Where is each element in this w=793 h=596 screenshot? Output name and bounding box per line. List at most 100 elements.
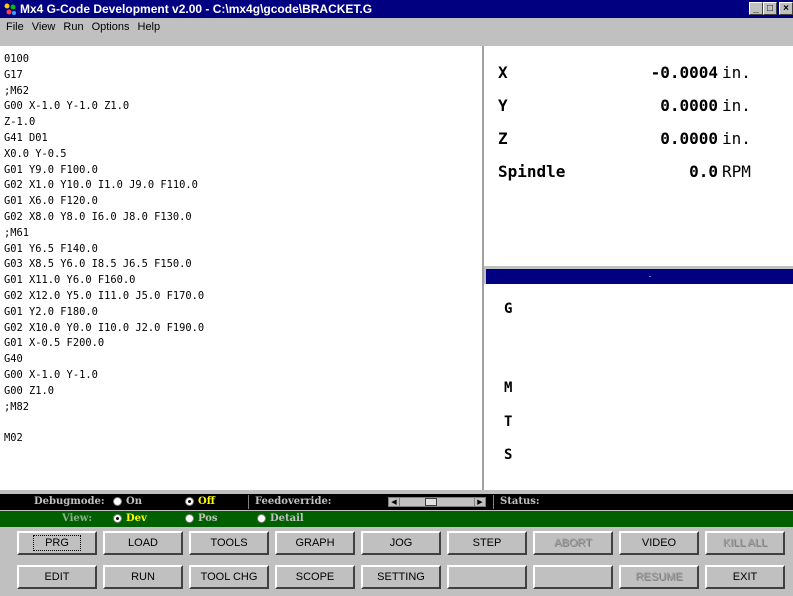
x-axis-value: -0.0004 (650, 63, 718, 82)
view-dev-radio[interactable] (113, 514, 122, 523)
blank-button-5[interactable] (447, 565, 527, 589)
menu-bar: File View Run Options Help (0, 18, 793, 37)
modal-m-label: M (504, 380, 513, 396)
view-label: View: (62, 513, 93, 524)
view-mode-bar: View: Dev Pos Detail (0, 511, 793, 527)
code-line: G01 X11.0 Y6.0 F160.0 (4, 274, 136, 287)
code-line: X0.0 Y-0.5 (4, 147, 67, 160)
blank-button-6[interactable] (533, 565, 613, 589)
run-button[interactable]: RUN (103, 565, 183, 589)
menu-help[interactable]: Help (134, 18, 165, 37)
debugmode-off-radio[interactable] (185, 497, 194, 506)
y-axis-label: Y (498, 96, 508, 115)
feedoverride-scrollbar[interactable]: ◀ ▶ (388, 497, 486, 507)
y-axis-value: 0.0000 (660, 96, 718, 115)
position-display: X -0.0004 in. Y 0.0000 in. Z 0.0000 in. … (484, 46, 793, 266)
button-label: JOG (389, 537, 413, 549)
spindle-label: Spindle (498, 162, 566, 181)
app-icon[interactable] (3, 2, 17, 16)
abort-button[interactable]: ABORT (533, 531, 613, 555)
code-line: G02 X12.0 Y5.0 I11.0 J5.0 F170.0 (4, 289, 205, 302)
z-axis-row: Z 0.0000 in. (484, 127, 793, 151)
close-icon[interactable]: × (779, 2, 793, 15)
button-label: RESUME (635, 571, 683, 583)
scroll-right-icon[interactable]: ▶ (474, 498, 485, 506)
debugmode-off-label[interactable]: Off (198, 494, 215, 510)
pane-divider[interactable] (486, 269, 793, 284)
title-bar[interactable]: Mx4 G-Code Development v2.00 - C:\mx4g\g… (0, 0, 793, 18)
code-line: G00 X-1.0 Y-1.0 (4, 368, 98, 381)
load-button[interactable]: LOAD (103, 531, 183, 555)
jog-button[interactable]: JOG (361, 531, 441, 555)
view-detail-label[interactable]: Detail (270, 511, 304, 527)
status-label: Status: (500, 496, 540, 507)
feedoverride-thumb[interactable] (424, 498, 437, 506)
code-line: ;M82 (4, 400, 30, 413)
debugmode-on-label[interactable]: On (126, 494, 142, 510)
view-pos-label[interactable]: Pos (198, 511, 218, 527)
view-detail-radio[interactable] (257, 514, 266, 523)
code-line: G02 X1.0 Y10.0 I1.0 J9.0 F110.0 (4, 179, 198, 192)
minimize-icon[interactable]: _ (749, 2, 763, 15)
step-button[interactable]: STEP (447, 531, 527, 555)
button-label: LOAD (128, 537, 158, 549)
setting-button[interactable]: SETTING (361, 565, 441, 589)
view-pos-radio[interactable] (185, 514, 194, 523)
button-label: EXIT (732, 571, 758, 583)
code-line: G17 (4, 68, 23, 81)
code-line: ;M62 (4, 84, 30, 97)
z-axis-label: Z (498, 129, 508, 148)
code-line: 0100 (4, 53, 30, 65)
code-line: G00 X-1.0 Y-1.0 Z1.0 (4, 100, 130, 113)
x-axis-row: X -0.0004 in. (484, 61, 793, 85)
modal-s-label: S (504, 447, 513, 463)
exit-button[interactable]: EXIT (705, 565, 785, 589)
x-axis-unit: in. (722, 63, 751, 82)
menu-file[interactable]: File (2, 18, 28, 37)
button-label: TOOLS (210, 537, 248, 549)
debugmode-label: Debugmode: (34, 496, 105, 507)
code-line: G01 X-0.5 F200.0 (4, 337, 105, 350)
button-label: VIDEO (641, 537, 677, 549)
scope-button[interactable]: SCOPE (275, 565, 355, 589)
kill-all-button[interactable]: KILL ALL (705, 531, 785, 555)
maximize-icon[interactable]: □ (763, 2, 777, 15)
tools-button[interactable]: TOOLS (189, 531, 269, 555)
spindle-row: Spindle 0.0 RPM (484, 160, 793, 184)
button-label: GRAPH (295, 537, 335, 549)
feedoverride-label: Feedoverride: (255, 496, 332, 507)
resume-button[interactable]: RESUME (619, 565, 699, 589)
code-line: G01 Y6.5 F140.0 (4, 242, 98, 255)
code-line: G00 Z1.0 (4, 384, 55, 397)
menu-run[interactable]: Run (59, 18, 87, 37)
button-label: SETTING (377, 571, 425, 583)
graph-button[interactable]: GRAPH (275, 531, 355, 555)
modal-codes-display: G M T S (484, 284, 793, 490)
code-line: Z-1.0 (4, 116, 36, 129)
button-label: ABORT (554, 537, 592, 549)
video-button[interactable]: VIDEO (619, 531, 699, 555)
debugmode-on-radio[interactable] (113, 497, 122, 506)
prg-button[interactable]: PRG (17, 531, 97, 555)
code-line: G01 Y9.0 F100.0 (4, 163, 98, 176)
code-line: G02 X10.0 Y0.0 I10.0 J2.0 F190.0 (4, 321, 205, 334)
view-dev-label[interactable]: Dev (126, 511, 147, 527)
z-axis-value: 0.0000 (660, 129, 718, 148)
button-label: SCOPE (295, 571, 335, 583)
code-line: ;M61 (4, 226, 30, 239)
edit-button[interactable]: EDIT (17, 565, 97, 589)
gcode-editor[interactable]: 0100 G17 ;M62 G00 X-1.0 Y-1.0 Z1.0 Z-1.0 G41 … (0, 46, 484, 490)
menu-options[interactable]: Options (88, 18, 134, 37)
code-line: G40 (4, 353, 23, 366)
button-label: KILL ALL (722, 537, 768, 549)
code-line: G01 Y2.0 F180.0 (4, 305, 98, 318)
tool-chg-button[interactable]: TOOL CHG (189, 565, 269, 589)
y-axis-unit: in. (722, 96, 751, 115)
menu-view[interactable]: View (28, 18, 60, 37)
code-line: G02 X8.0 Y8.0 I6.0 J8.0 F130.0 (4, 210, 192, 223)
z-axis-unit: in. (722, 129, 751, 148)
spindle-value: 0.0 (689, 162, 718, 181)
button-label: RUN (131, 571, 155, 583)
scroll-left-icon[interactable]: ◀ (389, 498, 400, 506)
